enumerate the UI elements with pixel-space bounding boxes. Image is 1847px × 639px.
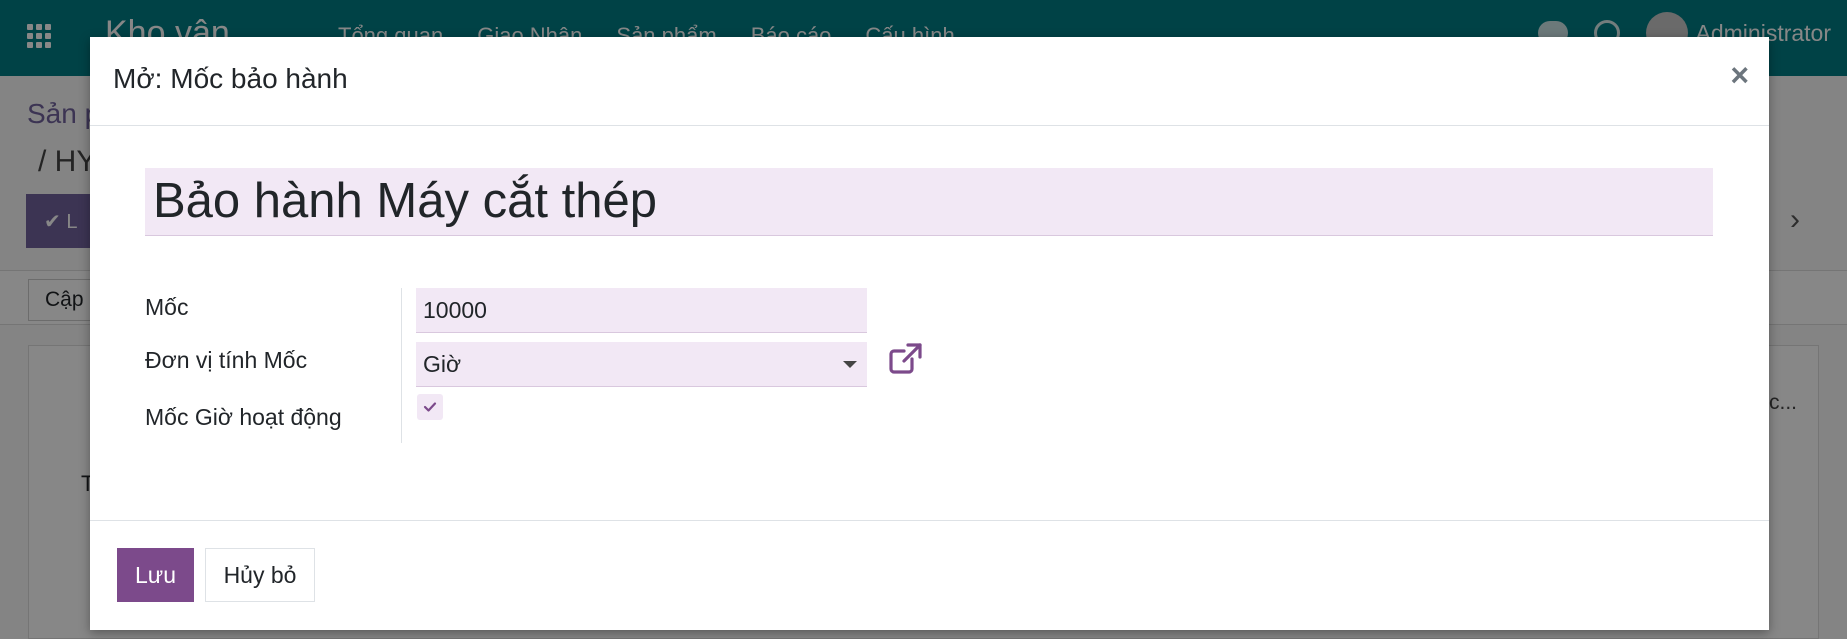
unit-select[interactable]: Giờ xyxy=(416,342,867,387)
warranty-milestone-dialog: Mở: Mốc bảo hành × Bảo hành Máy cắt thép… xyxy=(90,37,1769,630)
caret-down-icon xyxy=(843,361,857,368)
unit-label: Đơn vị tính Mốc xyxy=(145,347,308,373)
unit-select-value: Giờ xyxy=(423,351,462,377)
active-hours-label: Mốc Giờ hoạt động xyxy=(145,404,342,430)
close-icon[interactable]: × xyxy=(1730,59,1749,91)
modal-title: Mở: Mốc bảo hành xyxy=(113,63,348,94)
check-icon xyxy=(423,402,437,412)
modal-header: Mở: Mốc bảo hành × xyxy=(90,37,1769,126)
moc-input[interactable]: 10000 xyxy=(416,288,867,333)
modal-body: Bảo hành Máy cắt thép Mốc 10000 Đơn vị t… xyxy=(90,126,1769,520)
external-link-icon[interactable] xyxy=(886,339,926,379)
name-field[interactable]: Bảo hành Máy cắt thép xyxy=(145,168,1713,236)
cancel-button[interactable]: Hủy bỏ xyxy=(205,548,315,602)
modal-footer: Lưu Hủy bỏ xyxy=(90,520,1769,630)
active-hours-checkbox[interactable] xyxy=(417,394,443,420)
save-button[interactable]: Lưu xyxy=(117,548,194,602)
moc-label: Mốc xyxy=(145,294,189,320)
label-divider xyxy=(401,288,402,443)
